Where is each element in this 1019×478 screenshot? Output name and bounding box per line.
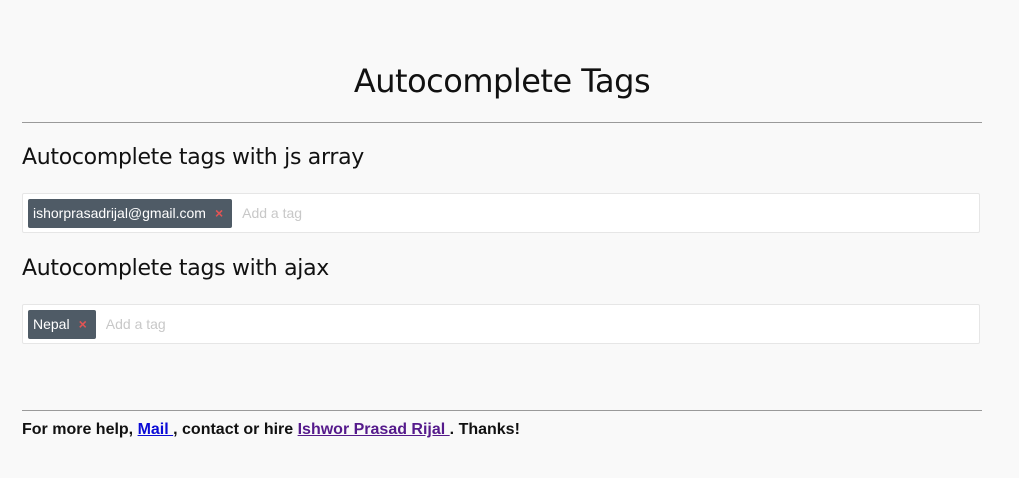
top-divider <box>22 122 982 123</box>
footer-text: For more help, Mail , contact or hire Is… <box>22 421 520 439</box>
mail-link[interactable]: Mail <box>138 421 174 438</box>
page-title: Autocomplete Tags <box>353 62 651 100</box>
footer-suffix: . Thanks! <box>449 421 520 438</box>
tag-label: Nepal <box>33 316 70 332</box>
add-tag-input-js-array[interactable] <box>242 201 543 225</box>
footer-prefix: For more help, <box>22 421 138 438</box>
tag-chip: ishorprasadrijal@gmail.com × <box>28 198 233 228</box>
tag-remove-icon[interactable]: × <box>215 205 223 221</box>
section-heading-js-array: Autocomplete tags with js array <box>22 145 364 170</box>
tag-remove-icon[interactable]: × <box>79 316 87 332</box>
bottom-divider <box>22 410 982 411</box>
tags-input-ajax[interactable]: Nepal × <box>22 304 980 344</box>
author-link[interactable]: Ishwor Prasad Rijal <box>298 421 450 438</box>
footer-middle: , contact or hire <box>173 421 298 438</box>
section-heading-ajax: Autocomplete tags with ajax <box>22 256 330 281</box>
tag-label: ishorprasadrijal@gmail.com <box>33 205 206 221</box>
tag-chip: Nepal × <box>28 309 96 339</box>
add-tag-input-ajax[interactable] <box>105 312 406 336</box>
tags-input-js-array[interactable]: ishorprasadrijal@gmail.com × <box>22 193 980 233</box>
